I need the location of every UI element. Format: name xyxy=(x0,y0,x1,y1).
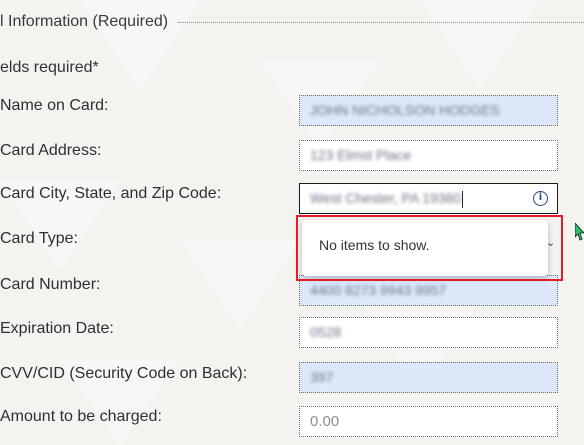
card-city-state-zip-value: West Chester, PA 19380 xyxy=(310,190,462,206)
card-address-input[interactable]: 123 Elmst Place xyxy=(299,140,558,171)
mouse-pointer-icon xyxy=(575,223,584,241)
card-number-label: Card Number: xyxy=(0,276,101,293)
card-address-value: 123 Elmst Place xyxy=(310,147,412,163)
info-circle-icon[interactable]: i xyxy=(533,191,548,206)
card-city-state-zip-label: Card City, State, and Zip Code: xyxy=(0,185,222,202)
card-type-label: Card Type: xyxy=(0,230,78,247)
card-number-value: 4400 8273 9943 9957 xyxy=(310,282,447,298)
card-city-state-zip-input[interactable]: West Chester, PA 19380 i xyxy=(299,183,558,214)
expiration-date-value: 0528 xyxy=(310,324,342,340)
required-fields-note: elds required* xyxy=(0,59,99,76)
amount-input[interactable]: 0.00 xyxy=(299,406,558,437)
cvv-input[interactable]: 397 xyxy=(299,362,558,393)
fieldset-border xyxy=(178,22,584,23)
highlight-box xyxy=(296,215,563,281)
expiration-date-label: Expiration Date: xyxy=(0,320,114,337)
name-on-card-label: Name on Card: xyxy=(0,97,109,114)
expiration-date-input[interactable]: 0528 xyxy=(299,317,558,348)
card-address-label: Card Address: xyxy=(0,142,102,159)
fieldset-legend: l Information (Required) xyxy=(0,13,169,30)
amount-label: Amount to be charged: xyxy=(0,408,162,425)
name-on-card-input[interactable]: JOHN NICHOLSON HODGES xyxy=(299,95,558,126)
cvv-value: 397 xyxy=(310,369,334,385)
amount-placeholder: 0.00 xyxy=(310,413,340,430)
cvv-label: CVV/CID (Security Code on Back): xyxy=(0,365,248,382)
text-caret xyxy=(462,190,464,208)
name-on-card-value: JOHN NICHOLSON HODGES xyxy=(310,102,500,118)
